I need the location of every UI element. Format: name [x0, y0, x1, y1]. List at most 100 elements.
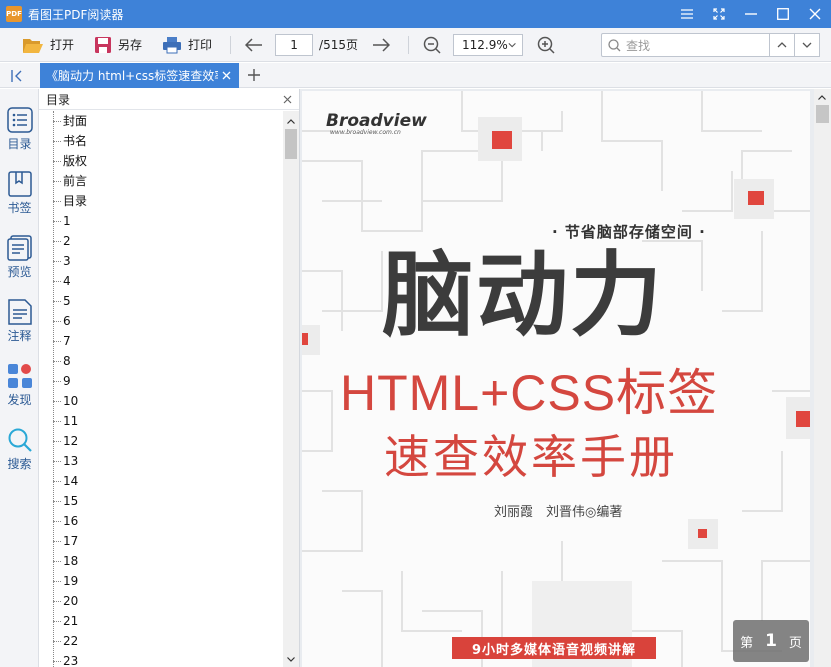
toolbar: 打开 另存 打印 1 /515页 112.9% 查找: [0, 28, 831, 62]
toc-item[interactable]: 9: [39, 371, 283, 391]
app-logo-icon: PDF: [6, 6, 22, 22]
print-label: 打印: [188, 38, 213, 52]
tab-document[interactable]: 《脑动力 html+css标签速查效率: [40, 63, 239, 88]
page-total: /515页: [319, 38, 358, 52]
page-indicator-suffix: 页: [788, 635, 802, 651]
toc-item[interactable]: 书名: [39, 131, 283, 151]
search-next-button[interactable]: [795, 33, 820, 57]
thumbnails-icon: [6, 235, 32, 261]
chevron-down-icon: [802, 42, 812, 48]
cover-subtitle-line1: HTML+CSS标签: [340, 365, 719, 421]
search-prev-button[interactable]: [770, 33, 795, 57]
toc-list: 封面 书名 版权 前言 目录 1 2 3 4 5 6 7 8 9 10 11 12 13 14 15 16 17 18 19 2…: [39, 111, 283, 667]
toc-scroll-thumb[interactable]: [285, 129, 297, 159]
toc-header: 目录: [39, 89, 299, 110]
toc-item[interactable]: 17: [39, 531, 283, 551]
page-indicator: 第 1 页: [733, 620, 809, 662]
toc-item[interactable]: 目录: [39, 191, 283, 211]
rail-item-search[interactable]: 搜索: [0, 421, 39, 481]
menu-icon[interactable]: [671, 0, 703, 28]
toc-item[interactable]: 11: [39, 411, 283, 431]
search-input[interactable]: 查找: [601, 33, 770, 57]
bookmark-icon: [7, 171, 32, 197]
annotation-icon: [7, 299, 32, 325]
toc-item[interactable]: 13: [39, 451, 283, 471]
toc-item[interactable]: 10: [39, 391, 283, 411]
toc-item[interactable]: 5: [39, 291, 283, 311]
toc-item[interactable]: 15: [39, 491, 283, 511]
toc-item[interactable]: 7: [39, 331, 283, 351]
toc-item[interactable]: 22: [39, 631, 283, 651]
minimize-icon[interactable]: [735, 0, 767, 28]
zoom-out-icon[interactable]: [419, 32, 445, 58]
search-icon: [608, 38, 621, 51]
toc-item[interactable]: 21: [39, 611, 283, 631]
document-scroll-thumb[interactable]: [816, 105, 829, 123]
publisher-logo: Broadview: [326, 111, 427, 131]
search-icon: [8, 428, 32, 452]
toc-item[interactable]: 23: [39, 651, 283, 667]
zoom-in-icon[interactable]: [533, 32, 559, 58]
rail-item-annotation[interactable]: 注释: [0, 293, 39, 353]
toc-title: 目录: [46, 92, 71, 107]
toc-item[interactable]: 2: [39, 231, 283, 251]
cover-subtitle-line2: 速查效率手册: [384, 430, 678, 484]
toc-item[interactable]: 4: [39, 271, 283, 291]
toc-item[interactable]: 16: [39, 511, 283, 531]
save-as-button[interactable]: 另存: [90, 32, 146, 58]
print-button[interactable]: 打印: [158, 32, 216, 58]
close-icon[interactable]: [799, 0, 831, 28]
toc-item[interactable]: 14: [39, 471, 283, 491]
toc-item[interactable]: 8: [39, 351, 283, 371]
toc-item[interactable]: 前言: [39, 171, 283, 191]
printer-icon: [163, 36, 182, 53]
rail-label-search: 搜索: [7, 457, 32, 471]
toc-item[interactable]: 18: [39, 551, 283, 571]
page-indicator-prefix: 第: [740, 635, 754, 651]
open-button[interactable]: 打开: [18, 32, 78, 58]
toc-panel: 目录 封面 书名 版权 前言 目录 1 2 3 4 5 6 7 8 9 10 11 12 13 14 15 16 17 18…: [39, 89, 300, 667]
prev-page-icon[interactable]: [241, 32, 267, 58]
maximize-icon[interactable]: [767, 0, 799, 28]
rail-item-preview[interactable]: 预览: [0, 229, 39, 289]
toc-item[interactable]: 6: [39, 311, 283, 331]
toc-list-icon: [6, 107, 33, 133]
window-controls: [671, 0, 831, 28]
scroll-up-icon[interactable]: [814, 89, 830, 105]
scroll-down-icon[interactable]: [283, 651, 299, 667]
decor-red-square: [748, 191, 764, 205]
toc-scrollbar[interactable]: [283, 111, 299, 667]
collapse-sidebar-icon[interactable]: [8, 67, 28, 84]
fullscreen-icon[interactable]: [703, 0, 735, 28]
page-number-input[interactable]: 1: [275, 33, 314, 56]
folder-icon: [23, 38, 43, 53]
document-scrollbar[interactable]: [814, 89, 831, 667]
document-view[interactable]: Broadview www.broadview.com.cn · 节省脑部存储空…: [300, 89, 831, 667]
toc-item[interactable]: 1: [39, 211, 283, 231]
discover-icon: [7, 364, 32, 388]
toc-item[interactable]: 封面: [39, 111, 283, 131]
toc-item[interactable]: 12: [39, 431, 283, 451]
tab-close-icon[interactable]: [219, 68, 233, 82]
title-bar: PDF 看图王PDF阅读器: [0, 0, 831, 28]
add-tab-icon[interactable]: [245, 66, 263, 84]
zoom-select[interactable]: 112.9%: [453, 33, 523, 56]
toc-item[interactable]: 19: [39, 571, 283, 591]
toc-item[interactable]: 版权: [39, 151, 283, 171]
pdf-page: Broadview www.broadview.com.cn · 节省脑部存储空…: [302, 91, 810, 667]
rail-item-bookmark[interactable]: 书签: [0, 165, 39, 225]
rail-item-discover[interactable]: 发现: [0, 357, 39, 417]
next-page-icon[interactable]: [368, 32, 394, 58]
rail-item-toc[interactable]: 目录: [0, 101, 39, 161]
close-icon[interactable]: [281, 93, 293, 105]
toc-item[interactable]: 3: [39, 251, 283, 271]
chevron-down-icon: [508, 42, 516, 47]
decor-red-square: [796, 411, 810, 427]
tab-bar: 《脑动力 html+css标签速查效率: [0, 63, 831, 88]
decor-red-square: [302, 333, 308, 345]
cover-title: 脑动力: [382, 242, 665, 349]
app-title: 看图王PDF阅读器: [28, 7, 124, 22]
scroll-up-icon[interactable]: [283, 113, 299, 129]
toc-item[interactable]: 20: [39, 591, 283, 611]
rail-label-toc: 目录: [7, 137, 32, 151]
